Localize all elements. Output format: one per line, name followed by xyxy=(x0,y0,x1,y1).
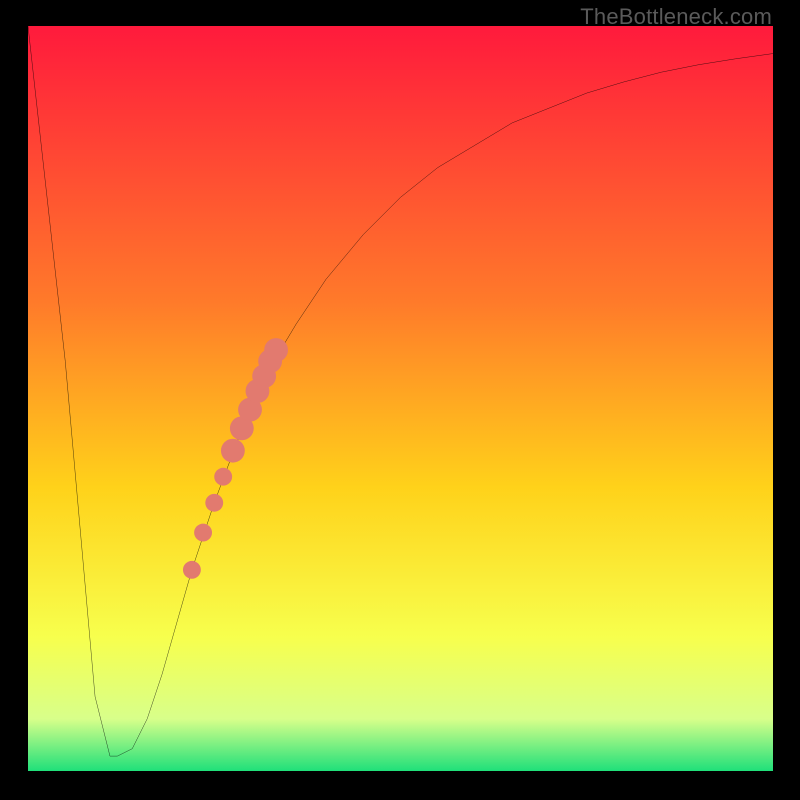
watermark-text: TheBottleneck.com xyxy=(580,4,772,30)
data-point-10 xyxy=(264,338,288,362)
plot-area xyxy=(28,26,773,771)
data-point-3 xyxy=(214,468,232,486)
curve-layer xyxy=(28,26,773,771)
data-point-4 xyxy=(221,439,245,463)
data-point-2 xyxy=(205,494,223,512)
data-point-1 xyxy=(194,524,212,542)
data-point-0 xyxy=(183,561,201,579)
chart-frame: TheBottleneck.com xyxy=(0,0,800,800)
bottleneck-curve xyxy=(28,26,773,756)
data-points-group xyxy=(183,338,288,579)
